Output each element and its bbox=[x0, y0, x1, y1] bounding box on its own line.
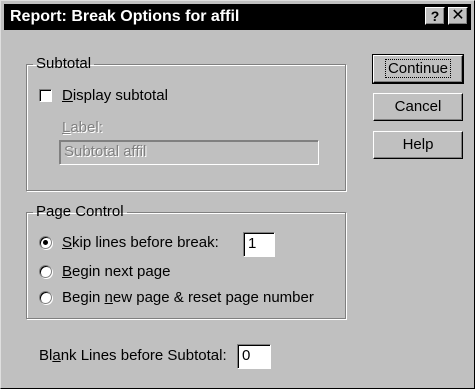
skip-lines-radio[interactable] bbox=[39, 236, 52, 249]
cancel-button[interactable]: Cancel bbox=[373, 93, 463, 121]
continue-button[interactable]: Continue bbox=[372, 54, 464, 84]
blank-lines-input[interactable]: 0 bbox=[237, 344, 271, 369]
begin-new-page-reset-label: Begin new page & reset page number bbox=[62, 289, 314, 306]
help-button[interactable]: Help bbox=[373, 131, 463, 159]
skip-lines-input[interactable]: 1 bbox=[243, 232, 275, 257]
begin-next-page-radio-row[interactable]: Begin next page bbox=[39, 263, 170, 280]
display-subtotal-label: Display subtotal bbox=[62, 87, 168, 104]
page-control-group-label: Page Control bbox=[36, 203, 124, 220]
skip-lines-label: Skip lines before break: bbox=[62, 234, 219, 251]
label-caption: Label: bbox=[62, 119, 103, 136]
help-question-button[interactable]: ? bbox=[425, 7, 445, 25]
begin-new-page-reset-radio-row[interactable]: Begin new page & reset page number bbox=[39, 289, 314, 306]
begin-next-page-radio[interactable] bbox=[39, 265, 52, 278]
subtotal-label-field[interactable]: Subtotal affil bbox=[59, 140, 319, 165]
blank-lines-label: Bl a nk Lines before Subtotal: bbox=[39, 347, 227, 364]
skip-lines-radio-row[interactable]: Skip lines before break: bbox=[39, 234, 219, 251]
begin-next-page-label: Begin next page bbox=[62, 263, 171, 280]
continue-button-label: Continue bbox=[384, 59, 452, 78]
close-icon[interactable]: ✕ bbox=[448, 7, 468, 25]
begin-new-page-reset-radio[interactable] bbox=[39, 291, 52, 304]
display-subtotal-checkbox-row[interactable]: Display subtotal bbox=[39, 87, 168, 104]
title-bar[interactable]: Report: Break Options for affil ? ✕ bbox=[4, 4, 471, 30]
window-title: Report: Break Options for affil bbox=[10, 8, 240, 25]
display-subtotal-checkbox[interactable] bbox=[39, 89, 52, 102]
dialog-window: Report: Break Options for affil ? ✕ Subt… bbox=[0, 0, 475, 389]
subtotal-group-label: Subtotal bbox=[36, 55, 92, 72]
